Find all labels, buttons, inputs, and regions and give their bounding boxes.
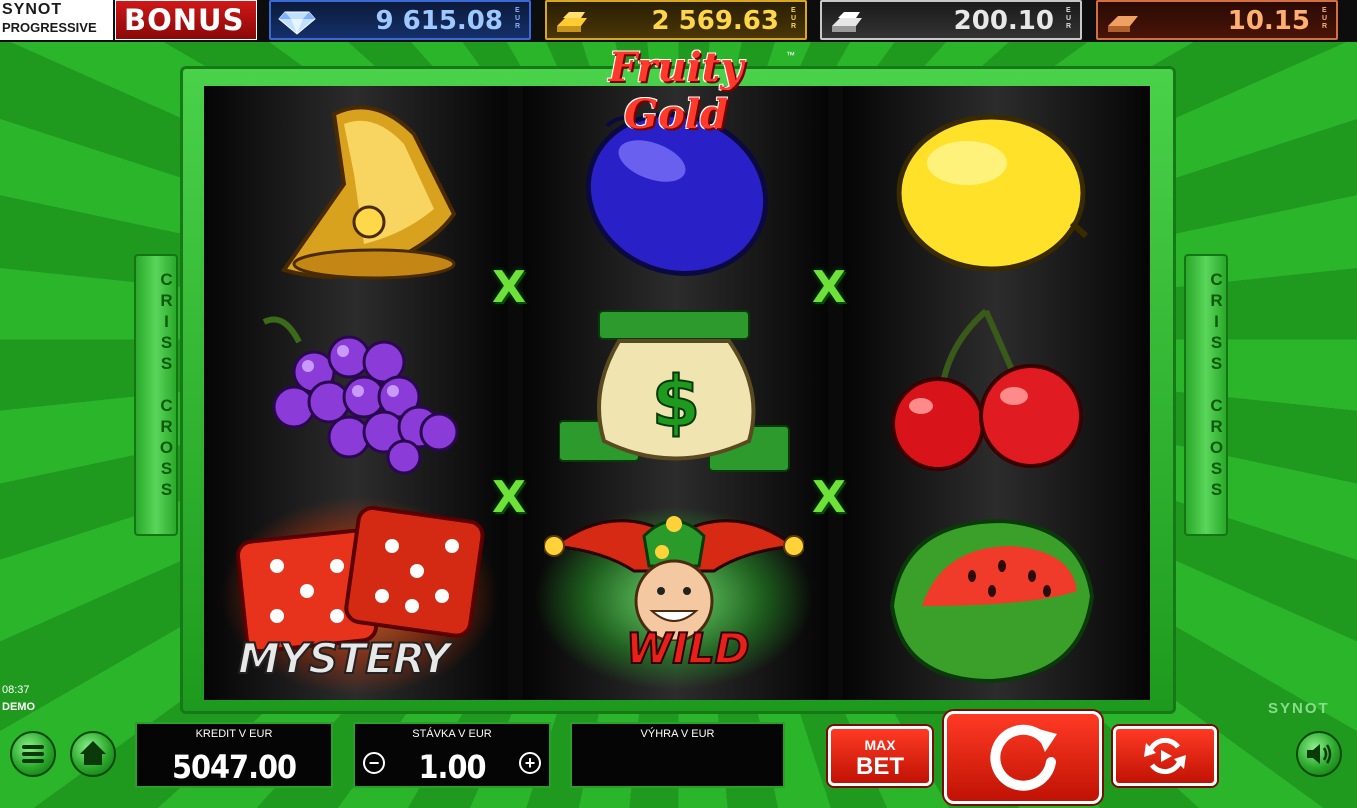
autoplay-button[interactable]	[1113, 726, 1217, 786]
synot-progressive-logo: SYNOT PROGRESSIVE	[0, 0, 113, 40]
criss-cross-marker-1: X	[492, 262, 526, 313]
gold-bars-icon	[557, 12, 587, 32]
svg-text:$: $	[652, 361, 701, 443]
sound-button[interactable]	[1296, 731, 1342, 777]
game-logo: Fruity Gold	[556, 44, 796, 138]
money-bag-symbol: $	[559, 310, 790, 472]
progressive-brand-top: SYNOT	[2, 1, 63, 18]
bet-label: STÁVKA V EUR	[412, 728, 492, 740]
max-bet-label-bottom: BET	[856, 753, 904, 780]
jackpot-silver-currency: EUR	[1066, 7, 1072, 30]
wild-label: WILD	[625, 623, 751, 674]
win-panel: VÝHRA V EUR	[570, 722, 785, 788]
max-bet-button[interactable]: MAX BET	[828, 726, 932, 786]
criss-cross-label-right: CRISS CROSS	[1207, 270, 1226, 501]
criss-cross-plaque-left: CRISS CROSS	[134, 254, 178, 536]
trademark: ™	[786, 50, 795, 60]
criss-cross-label-left: CRISS CROSS	[157, 270, 176, 501]
lemon-symbol	[896, 114, 1089, 272]
clock: 08:37	[2, 684, 30, 696]
diamond-icon	[278, 11, 316, 35]
jackpot-gold: 2 569.63 EUR	[545, 0, 807, 40]
bet-decrease-button[interactable]: −	[363, 752, 385, 774]
menu-button[interactable]	[10, 731, 56, 777]
spin-icon	[990, 724, 1057, 791]
provider-logo: SYNOT	[1268, 700, 1330, 717]
jackpot-diamond-value: 9 615.08	[375, 6, 503, 36]
jackpot-diamond: 9 615.08 EUR	[269, 0, 531, 40]
criss-cross-marker-4: X	[812, 472, 846, 523]
game-title: Fruity Gold	[608, 44, 744, 138]
jackpot-bronze-currency: EUR	[1322, 7, 1328, 30]
credit-value: 5047.00	[171, 748, 297, 786]
jackpot-bronze-value: 10.15	[1227, 6, 1310, 36]
jackpot-gold-currency: EUR	[791, 7, 797, 30]
criss-cross-marker-2: X	[812, 262, 846, 313]
spin-button[interactable]	[944, 711, 1102, 804]
menu-icon	[22, 745, 44, 763]
autoplay-icon	[1144, 737, 1186, 775]
home-button[interactable]	[70, 731, 116, 777]
win-label: VÝHRA V EUR	[640, 728, 715, 740]
jackpot-silver-value: 200.10	[953, 6, 1054, 36]
progressive-brand-bottom: PROGRESSIVE	[2, 20, 97, 35]
bonus-label: BONUS	[124, 3, 245, 37]
bell-symbol	[280, 105, 457, 280]
credit-panel: KREDIT V EUR 5047.00	[135, 722, 333, 788]
bet-increase-button[interactable]: +	[519, 752, 541, 774]
jackpot-gold-value: 2 569.63	[651, 6, 779, 36]
silver-bars-icon	[832, 12, 862, 32]
jackpot-silver: 200.10 EUR	[820, 0, 1082, 40]
criss-cross-marker-3: X	[492, 472, 526, 523]
mystery-symbol: MYSTERY	[220, 496, 500, 696]
bronze-bar-icon	[1108, 16, 1138, 32]
jackpot-diamond-currency: EUR	[515, 7, 521, 30]
home-icon	[80, 741, 106, 765]
reels-area: MYSTERY $ WILD	[204, 86, 1150, 700]
max-bet-label-top: MAX	[864, 737, 896, 753]
watermelon-symbol	[889, 518, 1095, 684]
bonus-logo: BONUS	[115, 0, 257, 40]
joker-icon	[544, 516, 804, 641]
grapes-symbol	[262, 316, 459, 475]
mode-label: DEMO	[2, 701, 35, 713]
bet-panel: STÁVKA V EUR 1.00 − +	[353, 722, 551, 788]
cherries-symbol	[891, 308, 1083, 471]
wild-symbol: WILD	[534, 506, 814, 691]
criss-cross-plaque-right: CRISS CROSS	[1184, 254, 1228, 536]
mystery-label: MYSTERY	[237, 633, 452, 684]
sound-icon	[1307, 744, 1332, 764]
jackpot-bar: SYNOT PROGRESSIVE BONUS 9 615.08 EUR 2 5…	[0, 0, 1357, 42]
jackpot-bronze: 10.15 EUR	[1096, 0, 1338, 40]
credit-label: KREDIT V EUR	[195, 728, 273, 740]
